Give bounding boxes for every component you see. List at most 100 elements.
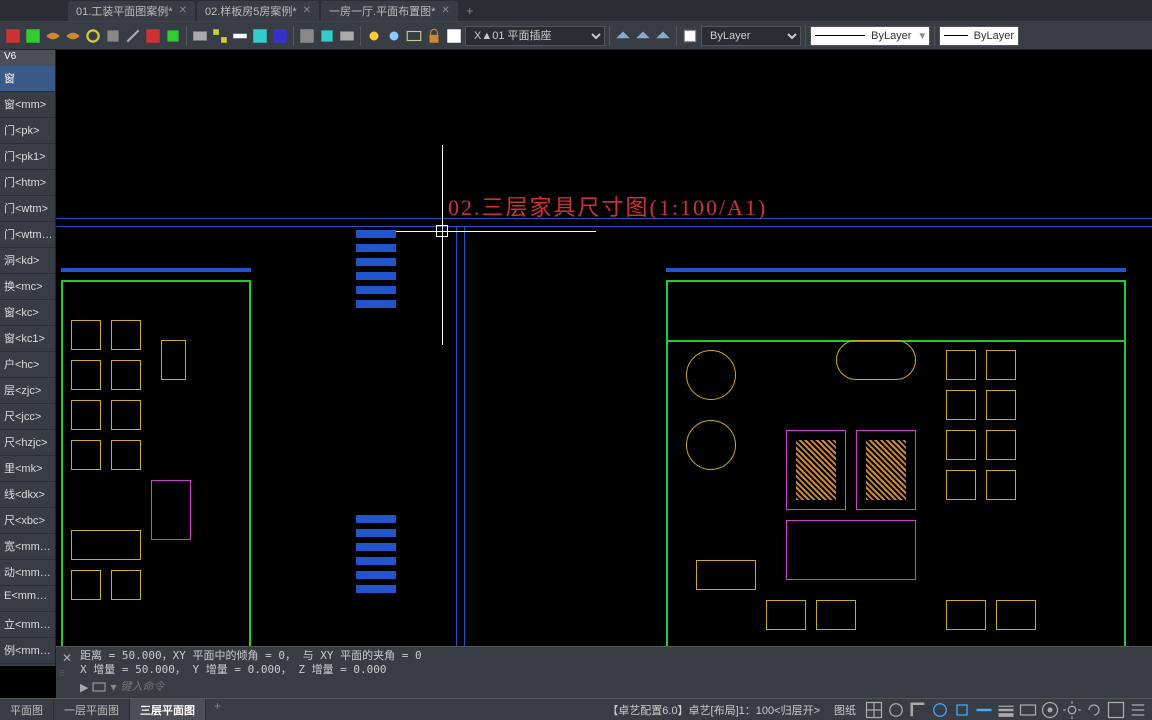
layout-tab-2[interactable]: 三层平面图 xyxy=(130,699,206,720)
doc-tab-3[interactable]: 一房一厅.平面布置图*✕ xyxy=(321,1,458,21)
close-icon[interactable]: ✕ xyxy=(303,5,311,16)
close-icon[interactable]: ✕ xyxy=(60,651,74,665)
layer-state-icon-2[interactable] xyxy=(634,27,652,45)
lineweight-dropdown[interactable]: ByLayer xyxy=(939,26,1019,46)
palette-item[interactable]: 门<wtm… xyxy=(0,222,55,248)
palette-item[interactable]: E<mm… xyxy=(0,586,55,612)
palette-item[interactable]: 洞<kd> xyxy=(0,248,55,274)
doc-tab-2[interactable]: 02.样板房5房案例* ✕ xyxy=(197,1,319,21)
tool-icon-10[interactable] xyxy=(191,27,209,45)
palette-item[interactable]: 尺<xbc> xyxy=(0,508,55,534)
tool-icon-11[interactable] xyxy=(211,27,229,45)
layer-icon[interactable] xyxy=(405,27,423,45)
close-icon[interactable]: ✕ xyxy=(441,5,449,16)
close-icon[interactable]: ✕ xyxy=(179,5,187,16)
tool-icon-17[interactable] xyxy=(338,27,356,45)
ortho-icon[interactable] xyxy=(908,701,928,719)
sun-icon[interactable] xyxy=(365,27,383,45)
palette-item[interactable]: 里<mk> xyxy=(0,456,55,482)
layout-tab-1[interactable]: 一层平面图 xyxy=(54,699,130,720)
dyn-icon[interactable] xyxy=(1018,701,1038,719)
linetype-preview xyxy=(815,35,865,36)
palette-item[interactable]: 尺<hzjc> xyxy=(0,430,55,456)
tool-icon-1[interactable] xyxy=(4,27,22,45)
status-bar: 平面图 一层平面图 三层平面图 + 【卓艺配置6.0】卓艺[布局]1：100<归… xyxy=(0,698,1152,720)
palette-item[interactable]: 层<zjc> xyxy=(0,378,55,404)
polar-icon[interactable] xyxy=(930,701,950,719)
palette-item[interactable]: 尺<jcc> xyxy=(0,404,55,430)
color-dropdown[interactable]: ByLayer xyxy=(701,26,801,46)
tool-icon-4[interactable] xyxy=(64,27,82,45)
crosshair-horizontal xyxy=(376,231,596,232)
tool-icon-2[interactable] xyxy=(24,27,42,45)
otrack-icon[interactable] xyxy=(974,701,994,719)
palette-item[interactable]: 门<pk> xyxy=(0,118,55,144)
palette-item[interactable]: 门<wtm> xyxy=(0,196,55,222)
tool-icon-16[interactable] xyxy=(318,27,336,45)
tool-icon-7[interactable] xyxy=(124,27,142,45)
lock-icon[interactable] xyxy=(425,27,443,45)
crosshair-vertical xyxy=(442,145,443,345)
palette-item[interactable]: 动<mm… xyxy=(0,560,55,586)
color-box-icon[interactable] xyxy=(681,27,699,45)
tool-icon-13[interactable] xyxy=(251,27,269,45)
grip-icon[interactable]: ⠿ xyxy=(59,669,65,678)
palette-item[interactable]: 窗 xyxy=(0,66,55,92)
toolbar-separator xyxy=(293,26,294,46)
grid-icon[interactable] xyxy=(864,701,884,719)
tab-label: 02.样板房5房案例* xyxy=(205,3,297,19)
snap-icon[interactable] xyxy=(886,701,906,719)
workspace-icon[interactable] xyxy=(1040,701,1060,719)
palette-item[interactable]: 窗<mm> xyxy=(0,92,55,118)
floorplan-left xyxy=(61,280,251,660)
add-layout-button[interactable]: + xyxy=(206,699,229,720)
layer-state-icon-1[interactable] xyxy=(614,27,632,45)
palette-item[interactable]: 门<pk1> xyxy=(0,144,55,170)
doc-tab-1[interactable]: 01.工装平面图案例*✕ xyxy=(68,1,195,21)
osnap-icon[interactable] xyxy=(952,701,972,719)
tool-icon-6[interactable] xyxy=(104,27,122,45)
toolbar-separator xyxy=(609,26,610,46)
palette-item[interactable]: 线<dkx> xyxy=(0,482,55,508)
tool-icon-3[interactable] xyxy=(44,27,62,45)
menu-icon[interactable] xyxy=(1128,701,1148,719)
toolbar-separator xyxy=(676,26,677,46)
drawing-canvas[interactable]: 02.三层家具尺寸图(1:100/A1) xyxy=(56,50,1152,666)
freeze-icon[interactable] xyxy=(385,27,403,45)
palette-item[interactable]: 窗<kc1> xyxy=(0,326,55,352)
command-input[interactable] xyxy=(121,681,1149,693)
layout-tab-model[interactable]: 平面图 xyxy=(0,699,54,720)
linetype-dropdown[interactable]: ByLayer▾ xyxy=(810,26,930,46)
layer-state-icon-3[interactable] xyxy=(654,27,672,45)
tool-icon-8[interactable] xyxy=(144,27,162,45)
gear-icon[interactable] xyxy=(1062,701,1082,719)
toolbar-separator xyxy=(186,26,187,46)
frame-border xyxy=(464,226,465,646)
palette-item[interactable]: 窗<kc> xyxy=(0,300,55,326)
chevron-right-icon: ▶ xyxy=(80,681,88,694)
tool-icon-9[interactable] xyxy=(164,27,182,45)
palette-item[interactable]: 户<hc> xyxy=(0,352,55,378)
status-config-text: 【卓艺配置6.0】卓艺[布局]1：100<归层开> xyxy=(601,702,826,718)
palette-item[interactable]: 门<htm> xyxy=(0,170,55,196)
fullscreen-icon[interactable] xyxy=(1106,701,1126,719)
tool-icon-12[interactable] xyxy=(231,27,249,45)
toolbar-separator xyxy=(805,26,806,46)
tool-icon-15[interactable] xyxy=(298,27,316,45)
color-swatch-icon[interactable] xyxy=(445,27,463,45)
main-toolbar: X▲01 平面插座 ByLayer ByLayer▾ ByLayer xyxy=(0,22,1152,50)
palette-item[interactable]: 立<mm… xyxy=(0,612,55,638)
palette-item[interactable]: 例<mm… xyxy=(0,638,55,664)
palette-item[interactable]: 换<mc> xyxy=(0,274,55,300)
status-paper-label[interactable]: 图纸 xyxy=(828,702,862,718)
toolbar-separator xyxy=(934,26,935,46)
tool-icon-5[interactable] xyxy=(84,27,102,45)
palette-item[interactable]: 宽<mm… xyxy=(0,534,55,560)
lineweight-icon[interactable] xyxy=(996,701,1016,719)
add-tab-button[interactable]: + xyxy=(460,2,480,20)
sync-icon[interactable] xyxy=(1084,701,1104,719)
frame-border xyxy=(56,226,1152,227)
tool-icon-14[interactable] xyxy=(271,27,289,45)
layer-dropdown[interactable]: X▲01 平面插座 xyxy=(465,26,605,46)
command-icon[interactable] xyxy=(92,680,106,694)
